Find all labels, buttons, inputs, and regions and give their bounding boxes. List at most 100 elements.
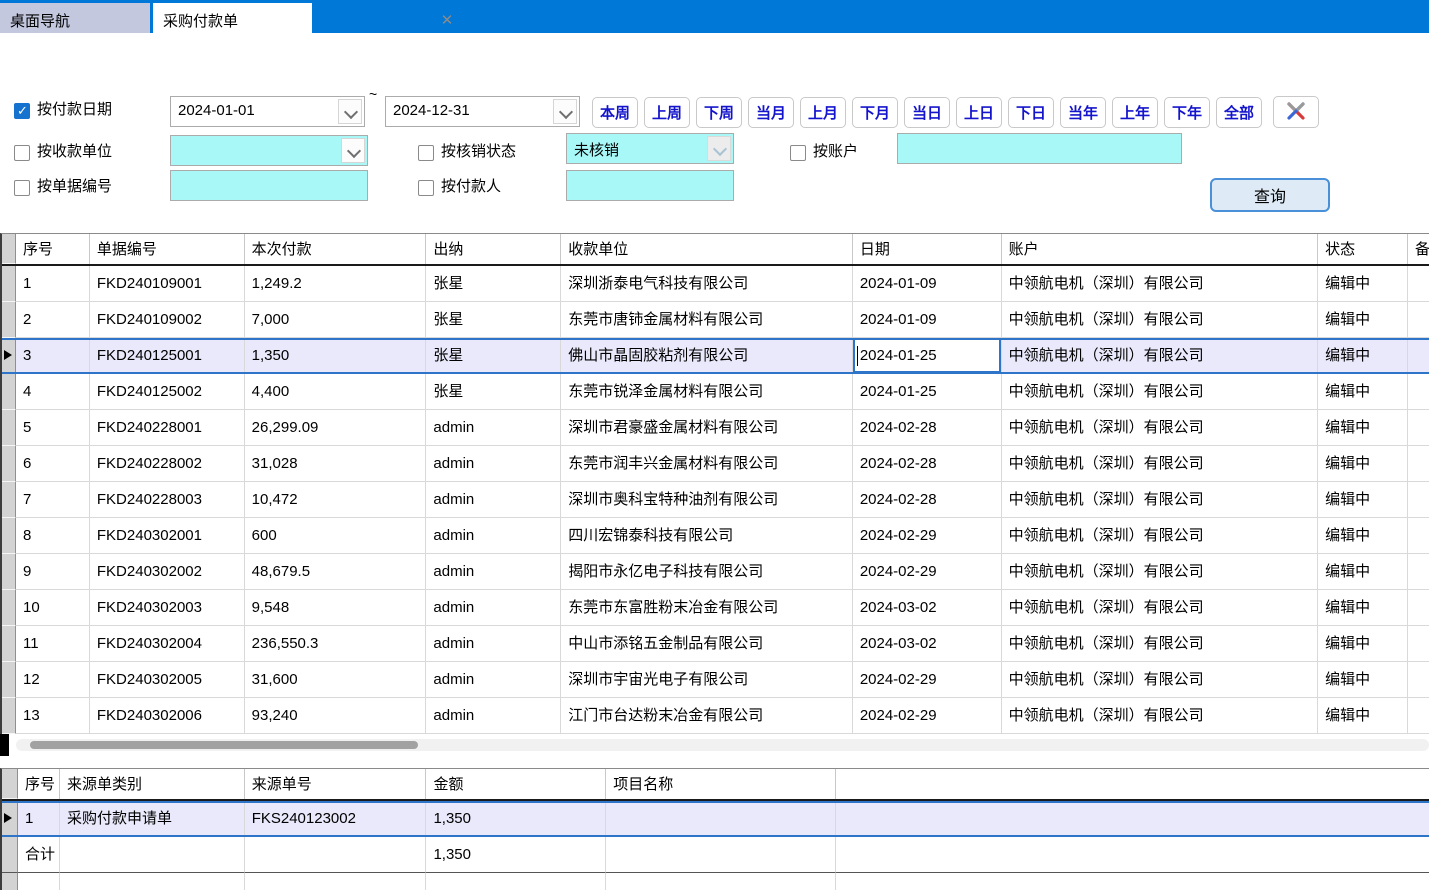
row-header[interactable]	[2, 482, 16, 518]
table-row[interactable]: 5FKD24022800126,299.09admin深圳市君豪盛金属材料有限公…	[2, 410, 1429, 446]
table-row[interactable]: 13FKD24030200693,240admin江门市台达粉末冶金有限公司20…	[2, 698, 1429, 734]
cell-seq[interactable]: 1	[16, 266, 90, 302]
cell-date[interactable]: 2024-02-28	[853, 482, 1002, 518]
cell-status[interactable]: 编辑中	[1318, 338, 1408, 374]
col-header-doc_no[interactable]: 单据编号	[90, 234, 245, 264]
cell-account[interactable]: 中领航电机（深圳）有限公司	[1002, 698, 1319, 734]
quick-range-button[interactable]: 当月	[748, 97, 794, 128]
cell-payee[interactable]: 东莞市润丰兴金属材料有限公司	[561, 446, 853, 482]
cell-amount[interactable]: 9,548	[245, 590, 427, 626]
quick-range-button[interactable]: 下日	[1008, 97, 1054, 128]
cell-amount[interactable]: 48,679.5	[245, 554, 427, 590]
table-row[interactable]: 10FKD2403020039,548admin东莞市东富胜粉末冶金有限公司20…	[2, 590, 1429, 626]
cell-amount[interactable]: 1,350	[426, 801, 606, 837]
cell-payee[interactable]: 中山市添铭五金制品有限公司	[561, 626, 853, 662]
cell-cashier[interactable]: admin	[426, 590, 561, 626]
cell-status[interactable]: 编辑中	[1318, 518, 1408, 554]
cell-amount[interactable]: 600	[245, 518, 427, 554]
cell-cashier[interactable]: admin	[426, 698, 561, 734]
cell-status[interactable]: 编辑中	[1318, 662, 1408, 698]
cell-account[interactable]: 中领航电机（深圳）有限公司	[1002, 410, 1319, 446]
cell-doc_no[interactable]: FKD240228003	[90, 482, 245, 518]
row-header[interactable]	[2, 698, 16, 734]
chevron-down-icon[interactable]	[341, 138, 365, 163]
scrollbar-track[interactable]	[16, 739, 1429, 751]
tab-purchase-payment[interactable]: 采购付款单 ✕	[153, 3, 312, 33]
cell-cashier[interactable]: admin	[426, 482, 561, 518]
pay-date-checkbox[interactable]	[14, 103, 30, 119]
cell-payee[interactable]: 佛山市晶固胶粘剂有限公司	[561, 338, 853, 374]
cell-cashier[interactable]: 张星	[426, 302, 561, 338]
col-header-source_no[interactable]: 来源单号	[245, 769, 427, 799]
cell-amount[interactable]: 10,472	[245, 482, 427, 518]
table-row[interactable]: 12FKD24030200531,600admin深圳市宇宙光电子有限公司202…	[2, 662, 1429, 698]
cell-cashier[interactable]: 张星	[426, 266, 561, 302]
payer-label[interactable]: 按付款人	[441, 175, 501, 196]
cell-remark[interactable]	[1408, 626, 1429, 662]
cell-remark[interactable]	[1408, 302, 1429, 338]
cell-account[interactable]: 中领航电机（深圳）有限公司	[1002, 662, 1319, 698]
col-header-account[interactable]: 账户	[1002, 234, 1319, 264]
quick-range-button[interactable]: 下年	[1164, 97, 1210, 128]
cell-seq[interactable]: 7	[16, 482, 90, 518]
cell-date[interactable]: 2024-02-28	[853, 410, 1002, 446]
query-button[interactable]: 查询	[1210, 178, 1330, 212]
cell-payee[interactable]: 东莞市唐铈金属材料有限公司	[561, 302, 853, 338]
cell-seq[interactable]: 11	[16, 626, 90, 662]
quick-range-button[interactable]: 当日	[904, 97, 950, 128]
row-header[interactable]	[2, 554, 16, 590]
row-header[interactable]	[2, 266, 16, 302]
cell-seq[interactable]: 10	[16, 590, 90, 626]
quick-range-button[interactable]: 下月	[852, 97, 898, 128]
cell-cashier[interactable]: admin	[426, 518, 561, 554]
cell-date[interactable]: 2024-01-09	[853, 302, 1002, 338]
table-row[interactable]: 8FKD240302001600admin四川宏锦泰科技有限公司2024-02-…	[2, 518, 1429, 554]
cell-payee[interactable]: 深圳市君豪盛金属材料有限公司	[561, 410, 853, 446]
cell-cashier[interactable]: admin	[426, 626, 561, 662]
cell-remark[interactable]	[1408, 698, 1429, 734]
cell-remark[interactable]	[1408, 482, 1429, 518]
cell-source_type[interactable]: 采购付款申请单	[60, 801, 245, 837]
cell-seq[interactable]: 3	[16, 338, 90, 374]
cell-amount[interactable]: 236,550.3	[245, 626, 427, 662]
doc-no-label[interactable]: 按单据编号	[37, 175, 112, 196]
cell-account[interactable]: 中领航电机（深圳）有限公司	[1002, 374, 1319, 410]
account-label[interactable]: 按账户	[813, 140, 858, 161]
cell-seq[interactable]: 6	[16, 446, 90, 482]
cell-doc_no[interactable]: FKD240302006	[90, 698, 245, 734]
table-row[interactable]: 9FKD24030200248,679.5admin揭阳市永亿电子科技有限公司2…	[2, 554, 1429, 590]
cell-status[interactable]: 编辑中	[1318, 554, 1408, 590]
cell-status[interactable]: 编辑中	[1318, 374, 1408, 410]
doc-no-checkbox[interactable]	[14, 180, 30, 196]
cell-amount[interactable]: 1,249.2	[245, 266, 427, 302]
table-row[interactable]: 4FKD2401250024,400张星东莞市锐泽金属材料有限公司2024-01…	[2, 374, 1429, 410]
cell-date[interactable]: 2024-02-29	[853, 662, 1002, 698]
payer-input[interactable]	[566, 170, 734, 201]
table-row[interactable]: 6FKD24022800231,028admin东莞市润丰兴金属材料有限公司20…	[2, 446, 1429, 482]
table-row[interactable]: 1FKD2401090011,249.2张星深圳浙泰电气科技有限公司2024-0…	[2, 266, 1429, 302]
cell-status[interactable]: 编辑中	[1318, 626, 1408, 662]
quick-range-button[interactable]: 全部	[1216, 97, 1262, 128]
quick-range-button[interactable]: 上年	[1112, 97, 1158, 128]
cell-seq[interactable]: 1	[18, 801, 60, 837]
cell-seq[interactable]: 8	[16, 518, 90, 554]
col-header-amount[interactable]: 本次付款	[245, 234, 427, 264]
cell-date[interactable]: 2024-02-29	[853, 518, 1002, 554]
quick-range-button[interactable]: 本周	[592, 97, 638, 128]
cell-amount[interactable]: 93,240	[245, 698, 427, 734]
col-header-seq[interactable]: 序号	[16, 234, 90, 264]
quick-range-button[interactable]: 下周	[696, 97, 742, 128]
table-row[interactable]: 3FKD2401250011,350张星佛山市晶固胶粘剂有限公司2024-01-…	[2, 338, 1429, 374]
col-header-amount[interactable]: 金额	[426, 769, 606, 799]
row-header[interactable]	[2, 338, 16, 374]
horizontal-scrollbar[interactable]	[2, 734, 1429, 756]
col-header-project[interactable]: 项目名称	[606, 769, 836, 799]
cell-account[interactable]: 中领航电机（深圳）有限公司	[1002, 302, 1319, 338]
cell-amount[interactable]: 31,028	[245, 446, 427, 482]
row-header[interactable]	[2, 626, 16, 662]
cell-payee[interactable]: 四川宏锦泰科技有限公司	[561, 518, 853, 554]
cell-account[interactable]: 中领航电机（深圳）有限公司	[1002, 338, 1319, 374]
cell-amount[interactable]: 7,000	[245, 302, 427, 338]
row-header[interactable]	[2, 662, 16, 698]
cell-account[interactable]: 中领航电机（深圳）有限公司	[1002, 518, 1319, 554]
